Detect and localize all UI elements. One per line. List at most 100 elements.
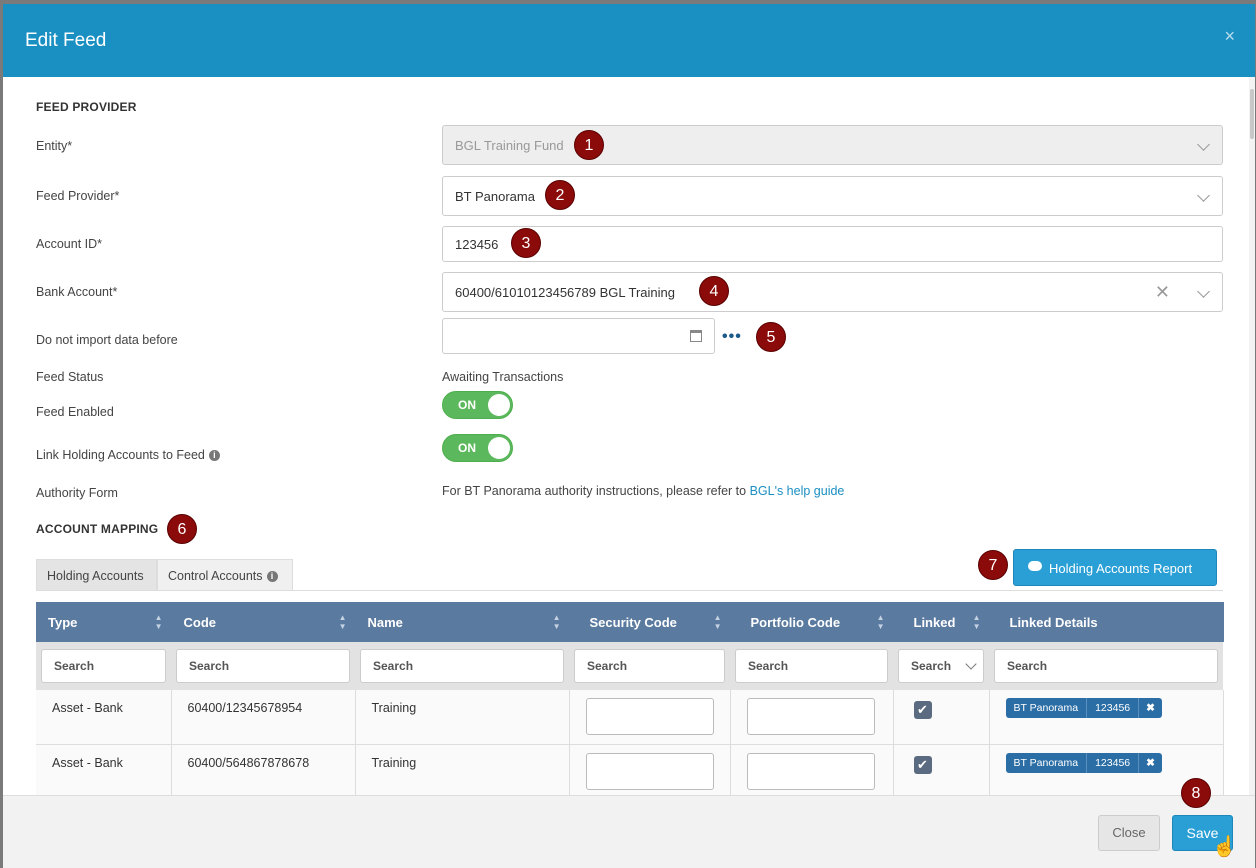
annotation-badge-7: 7 [978, 550, 1008, 580]
calendar-icon[interactable] [690, 330, 702, 342]
entity-label: Entity* [36, 139, 73, 153]
holding-accounts-table: Type ▲ ▼ Code ▲ ▼ Name ▲ ▼ Security Code ▲ ▼ Por… [36, 602, 1224, 795]
tab-control-accounts[interactable]: Control Accounts i [157, 559, 293, 591]
clear-icon[interactable]: ✕ [1155, 282, 1170, 303]
chip-provider: BT Panorama [1013, 702, 1079, 714]
table-row: Asset - Bank 60400/12345678954 Training … [36, 690, 1224, 745]
search-linked-select[interactable]: Search [898, 649, 984, 683]
close-icon[interactable]: × [1224, 26, 1235, 47]
link-holding-label-text: Link Holding Accounts to Feed [36, 448, 205, 462]
chevron-down-icon [1197, 189, 1210, 202]
sort-icon[interactable]: ▲ ▼ [553, 613, 561, 631]
search-security-code-input[interactable]: Search [574, 649, 725, 683]
chip-provider: BT Panorama [1013, 756, 1079, 769]
authority-form-text: For BT Panorama authority instructions, … [442, 484, 844, 498]
modal-body: FEED PROVIDER Entity* BGL Training Fund … [3, 77, 1255, 795]
column-header-linked[interactable]: Linked ▲ ▼ [893, 602, 990, 642]
cell-code: 60400/12345678954 [171, 690, 356, 745]
chip-account: 123456 [1086, 752, 1138, 773]
pointer-cursor-icon: ☝ [1212, 836, 1237, 858]
column-header-portfolio-code[interactable]: Portfolio Code ▲ ▼ [730, 602, 894, 642]
feed-enabled-label: Feed Enabled [36, 405, 114, 419]
column-header-type[interactable]: Type ▲ ▼ [36, 602, 172, 642]
sort-icon[interactable]: ▲ ▼ [714, 613, 722, 631]
tab-holding-accounts[interactable]: Holding Accounts [36, 559, 157, 591]
more-options-icon[interactable]: ••• [722, 328, 742, 346]
entity-select[interactable]: BGL Training Fund [442, 125, 1223, 165]
portfolio-code-input[interactable] [746, 698, 875, 735]
remove-chip-icon[interactable]: ✖ [1138, 752, 1162, 773]
section-title-feed-provider: FEED PROVIDER [36, 100, 137, 114]
check-icon[interactable]: ✔ [913, 701, 932, 719]
feed-status-value: Awaiting Transactions [442, 370, 564, 384]
report-button-label: Holding Accounts Report [1049, 561, 1193, 576]
search-code-input[interactable]: Search [176, 649, 350, 683]
cell-type: Asset - Bank [36, 744, 172, 795]
tab-label: Holding Accounts [47, 569, 144, 583]
import-before-label: Do not import data before [36, 333, 178, 347]
cell-type: Asset - Bank [36, 690, 172, 745]
security-code-input[interactable] [585, 752, 714, 790]
portfolio-code-input[interactable] [746, 752, 875, 790]
authority-instructions: For BT Panorama authority instructions, … [442, 484, 747, 498]
annotation-badge-3: 3 [511, 228, 541, 258]
annotation-badge-8: 8 [1181, 778, 1211, 808]
check-icon[interactable]: ✔ [913, 755, 932, 774]
modal-title: Edit Feed [25, 30, 107, 51]
help-guide-link[interactable]: BGL's help guide [750, 484, 845, 498]
account-id-label: Account ID* [36, 237, 103, 251]
search-linked-placeholder: Search [911, 659, 952, 673]
modal-header: Edit Feed × [3, 4, 1255, 77]
sort-icon[interactable]: ▲ ▼ [155, 613, 163, 631]
account-id-input[interactable]: 123456 [442, 226, 1223, 262]
search-type-input[interactable]: Search [41, 649, 166, 683]
sort-icon[interactable]: ▲ ▼ [877, 613, 885, 631]
link-holding-toggle[interactable]: ON [442, 434, 513, 462]
account-id-value: 123456 [455, 237, 499, 252]
linked-feed-chip: BT Panorama 123456 ✖ [1005, 752, 1162, 773]
info-icon[interactable]: i [266, 571, 278, 582]
feed-enabled-toggle[interactable]: ON [442, 391, 513, 419]
info-icon[interactable]: i [208, 450, 220, 461]
tab-label: Control Accounts [168, 569, 263, 583]
security-code-input[interactable] [585, 698, 714, 735]
bank-account-label: Bank Account* [36, 285, 118, 299]
column-label: Code [183, 614, 217, 630]
column-label: Name [367, 614, 403, 630]
toggle-knob [488, 394, 510, 416]
column-label: Type [48, 614, 78, 630]
search-linked-details-input[interactable]: Search [994, 649, 1218, 683]
chevron-down-icon [1197, 138, 1210, 151]
column-label: Portfolio Code [750, 614, 841, 630]
column-label: Linked Details [1009, 614, 1098, 630]
edit-feed-modal: Edit Feed × FEED PROVIDER Entity* BGL Tr… [3, 4, 1255, 868]
search-name-input[interactable]: Search [360, 649, 564, 683]
cell-name: Training [355, 744, 570, 795]
cell-name: Training [355, 690, 570, 745]
scrollbar[interactable] [1249, 77, 1255, 795]
search-portfolio-code-input[interactable]: Search [735, 649, 888, 683]
entity-value: BGL Training Fund [455, 138, 564, 153]
scrollbar-thumb[interactable] [1250, 89, 1254, 139]
annotation-badge-2: 2 [545, 180, 575, 210]
section-title-account-mapping: ACCOUNT MAPPING [36, 522, 159, 536]
column-label: Security Code [589, 614, 677, 630]
holding-accounts-report-button[interactable]: Holding Accounts Report [1013, 549, 1217, 586]
remove-chip-icon[interactable]: ✖ [1138, 698, 1162, 718]
bank-account-select[interactable]: 60400/61010123456789 BGL Training ✕ [442, 272, 1223, 312]
column-header-code[interactable]: Code ▲ ▼ [171, 602, 356, 642]
import-before-date-input[interactable] [442, 318, 715, 354]
bank-account-value: 60400/61010123456789 BGL Training [455, 285, 675, 300]
sort-icon[interactable]: ▲ ▼ [339, 613, 347, 631]
chevron-down-icon [965, 658, 977, 670]
feed-provider-label: Feed Provider* [36, 189, 120, 203]
column-header-security-code[interactable]: Security Code ▲ ▼ [569, 602, 731, 642]
tabs-divider [36, 590, 1223, 591]
sort-icon[interactable]: ▲ ▼ [973, 613, 981, 631]
column-header-linked-details: Linked Details [989, 602, 1224, 642]
toggle-state: ON [458, 441, 476, 455]
toggle-state: ON [458, 398, 476, 412]
modal-footer: Close Save [3, 795, 1255, 868]
column-header-name[interactable]: Name ▲ ▼ [355, 602, 570, 642]
close-button[interactable]: Close [1098, 815, 1160, 851]
